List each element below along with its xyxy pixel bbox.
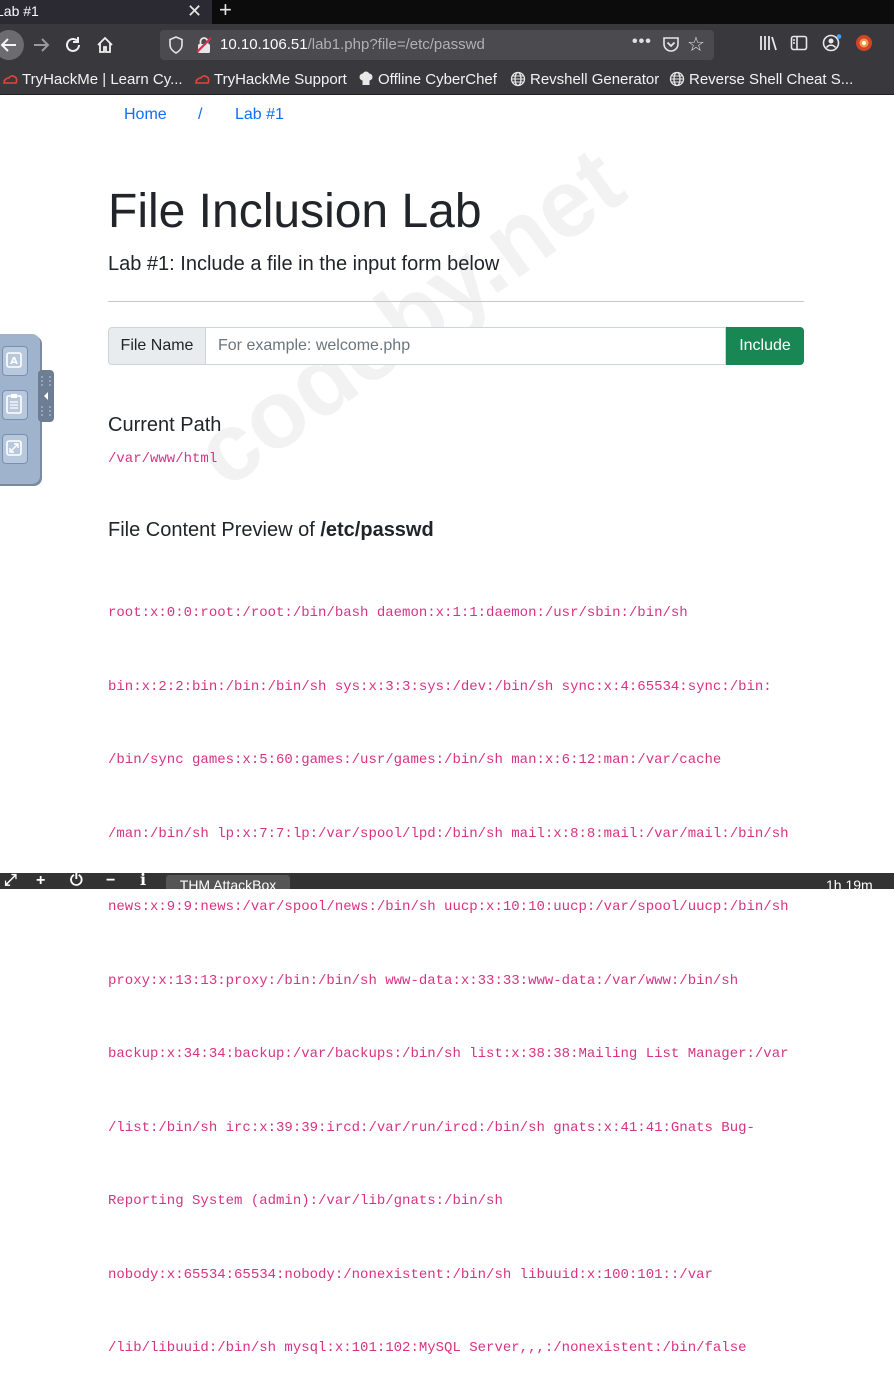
vm-tools-panel: A [0,334,40,484]
bookmark-tryhackme-support[interactable]: TryHackMe Support [194,70,347,90]
arrow-left-icon [0,38,16,52]
browser-tab[interactable]: Lab #1 ✕ [0,0,212,24]
current-path-heading: Current Path [108,414,222,436]
file-content-line: /lib/libuuid:/bin/sh mysql:x:101:102:MyS… [108,1340,747,1356]
keyboard-input-button[interactable]: A [2,346,28,376]
globe-icon [510,71,526,87]
file-content-line: news:x:9:9:news:/var/spool/news:/bin/sh … [108,899,789,915]
sidebar-icon[interactable] [790,34,808,52]
bookmark-label: TryHackMe Support [214,71,347,88]
library-icon[interactable] [759,34,779,52]
file-content-line: /man:/bin/sh lp:x:7:7:lp:/var/spool/lpd:… [108,825,789,842]
fullscreen-button[interactable] [2,434,28,464]
url-text[interactable]: 10.10.106.51/lab1.php?file=/etc/passwd [220,36,485,54]
chef-hat-icon [359,71,373,85]
arrow-right-icon [34,38,50,52]
keyboard-a-icon: A [6,352,22,368]
file-content-line: Reporting System (admin):/var/lib/gnats:… [108,1193,503,1209]
add-icon[interactable]: + [36,873,45,889]
bookmark-tryhackme[interactable]: TryHackMe | Learn Cy... [2,70,183,90]
page-title: File Inclusion Lab [108,185,482,238]
bookmark-label: Offline CyberChef [378,71,497,88]
address-bar[interactable]: 10.10.106.51/lab1.php?file=/etc/passwd •… [160,30,714,60]
shield-icon[interactable] [168,36,184,54]
file-content-line: nobody:x:65534:65534:nobody:/nonexistent… [108,1266,713,1283]
current-path-value: /var/www/html [108,451,218,467]
include-button[interactable]: Include [726,327,804,365]
bookmarks-toolbar: TryHackMe | Learn Cy... TryHackMe Suppor… [0,66,894,95]
file-name-input[interactable] [206,327,726,365]
taskbar: ⤢ + ⏻ − ℹ THM AttackBox 1h 19m [0,873,894,889]
taskbar-item-attackbox[interactable]: THM AttackBox [166,875,290,889]
file-preview-heading: File Content Preview of /etc/passwd [108,518,434,542]
svg-text:A: A [10,356,18,367]
globe-icon [669,71,685,87]
power-icon[interactable]: ⏻ [70,873,83,889]
home-button[interactable] [91,31,119,59]
tab-bar: Lab #1 ✕ + [0,0,894,24]
file-name-label: File Name [108,327,206,365]
file-preview-heading-prefix: File Content Preview of [108,519,321,541]
pocket-icon[interactable] [662,35,680,53]
back-button[interactable] [0,30,24,60]
session-timer: 1h 19m [826,877,873,889]
breadcrumb-separator: / [198,106,203,123]
bookmark-cyberchef[interactable]: Offline CyberChef [358,70,497,90]
file-content-line: root:x:0:0:root:/root:/bin/bash daemon:x… [108,605,688,621]
minimize-icon[interactable]: − [106,873,115,889]
new-tab-icon[interactable]: + [219,0,232,23]
resize-icon[interactable]: ⤢ [4,873,17,889]
reload-icon [66,37,80,52]
url-path: /lab1.php?file=/etc/passwd [307,36,485,53]
page-subtitle: Lab #1: Include a file in the input form… [108,253,500,275]
panel-toggle-handle[interactable] [38,370,54,422]
file-content-line: backup:x:34:34:backup:/var/backups:/bin/… [108,1046,789,1062]
breadcrumb-home-link[interactable]: Home [124,106,167,124]
file-content-line: /bin/sync games:x:5:60:games:/usr/games:… [108,752,722,768]
page-actions-icon[interactable]: ••• [632,33,652,51]
file-content-line: proxy:x:13:13:proxy:/bin:/bin/sh www-dat… [108,972,739,989]
file-content-line: bin:x:2:2:bin:/bin:/bin/sh sys:x:3:3:sys… [108,678,772,695]
divider [108,301,804,302]
file-content-preview: root:x:0:0:root:/root:/bin/bash daemon:x… [108,552,789,1385]
info-icon[interactable]: ℹ [140,873,146,889]
forward-button[interactable] [27,31,55,59]
tab-title: Lab #1 [0,3,39,19]
file-preview-filename: /etc/passwd [320,519,434,541]
bookmark-reverse-shell-cheat-sheet[interactable]: Reverse Shell Cheat S... [669,70,853,90]
bookmark-revshell-generator[interactable]: Revshell Generator [510,70,659,90]
navigation-toolbar: 10.10.106.51/lab1.php?file=/etc/passwd •… [0,24,894,66]
bookmark-star-icon[interactable]: ☆ [687,32,705,57]
reload-button[interactable] [59,31,87,59]
chevron-left-icon [41,376,51,416]
clipboard-icon [6,394,22,414]
tryhackme-icon [3,75,18,84]
breadcrumb-lab1-link[interactable]: Lab #1 [235,106,284,124]
url-host: 10.10.106.51 [220,36,308,53]
insecure-lock-icon[interactable] [195,36,213,54]
extension-icon[interactable] [855,34,873,52]
tryhackme-icon [195,75,210,84]
file-content-line: /list:/bin/sh irc:x:39:39:ircd:/var/run/… [108,1119,755,1136]
bookmark-label: TryHackMe | Learn Cy... [22,71,183,88]
close-icon[interactable]: ✕ [187,0,202,22]
clipboard-button[interactable] [2,390,28,420]
bookmark-label: Reverse Shell Cheat S... [689,71,854,88]
bookmark-label: Revshell Generator [530,71,660,88]
account-icon[interactable] [822,34,842,52]
home-icon [97,36,113,53]
fullscreen-icon [6,440,22,456]
